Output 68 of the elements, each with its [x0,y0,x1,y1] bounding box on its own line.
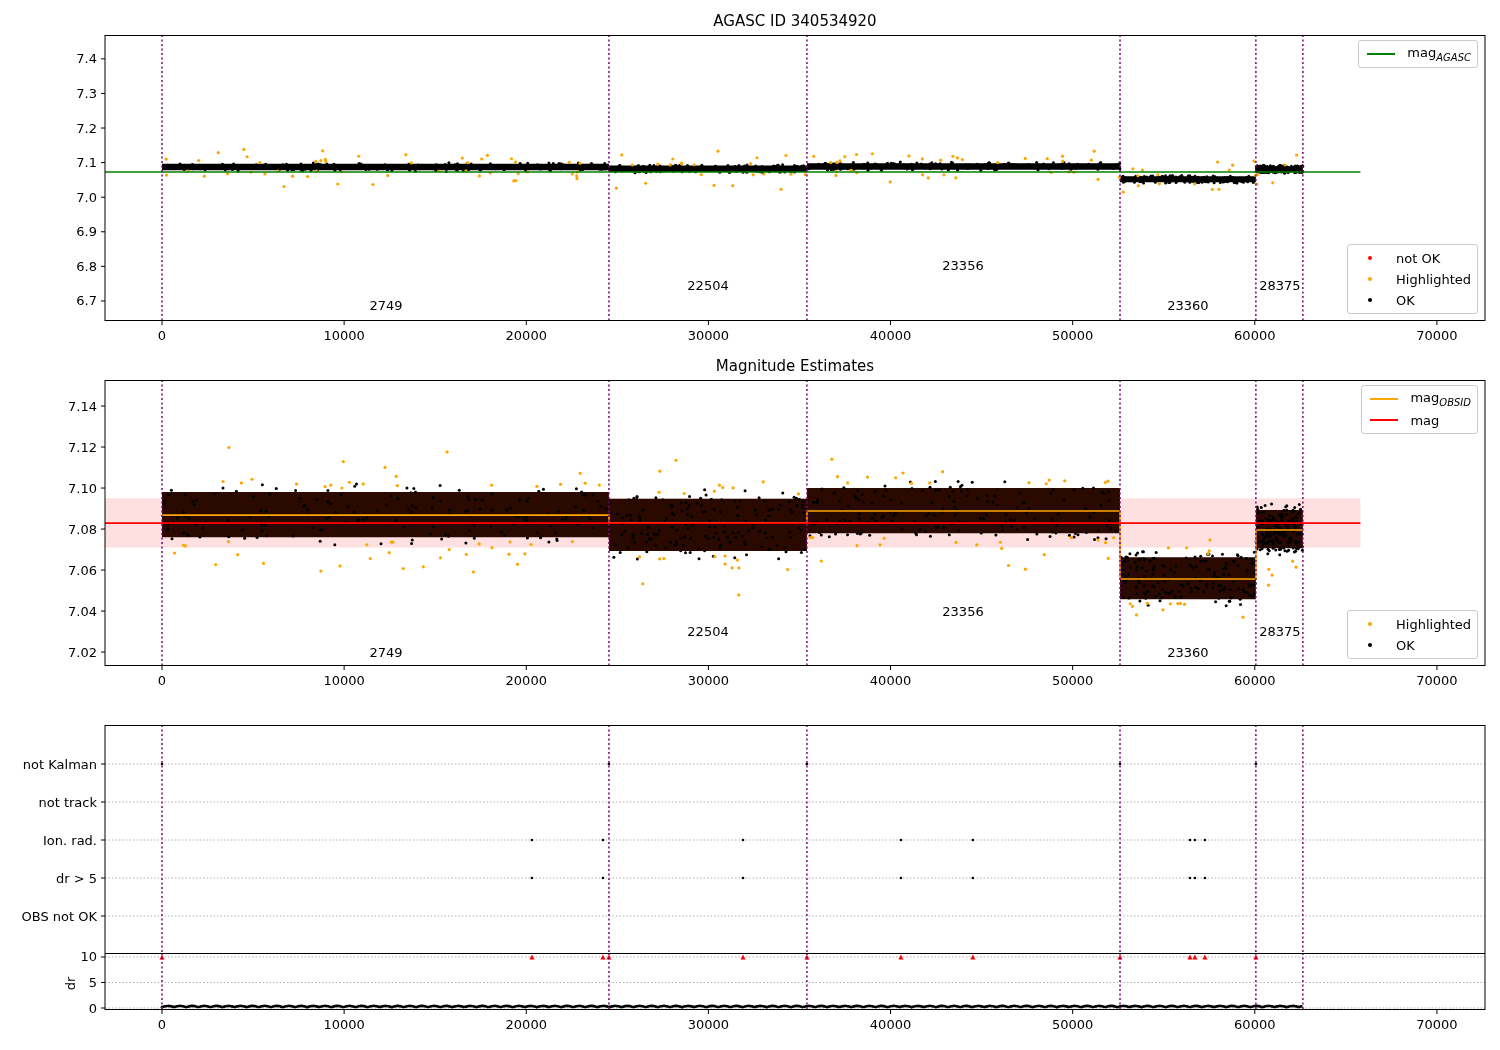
axis-tick-label: 20000 [505,327,547,343]
axis-tick-label: 0 [157,1016,167,1032]
axis-tick-label: 40000 [869,1016,912,1032]
legend-label: not OK [1396,250,1441,266]
axis-tick-label: 30000 [687,672,730,688]
segment-label: 23360 [1167,645,1209,660]
axis-tick-label: 7.0 [76,189,97,205]
axis-tick-label: 7.02 [68,644,97,660]
segment-label: 23356 [942,604,984,619]
axis-tick-label: 60000 [1234,1016,1276,1032]
axis-tick-label: 6.7 [76,293,97,309]
legend-label: mag$_{AGASC}$ [1407,45,1471,63]
axis-tick-label: 7.2 [76,120,97,136]
axis-tick-label: 6.9 [76,224,97,240]
axis-tick-label: not track [38,794,97,810]
axis-tick-label: not Kalman [22,756,97,772]
axis-tick-label: 7.04 [68,603,97,619]
axis-tick-label: 10000 [323,1016,365,1032]
chart-title: Magnitude Estimates [715,357,875,377]
chart-title: AGASC ID 340534920 [713,12,877,32]
axis-tick-label: 5 [88,975,97,990]
axis-tick-label: 30000 [687,327,730,343]
segment-label: 2749 [369,298,403,314]
axis-tick-label: 70000 [1416,327,1458,343]
axis-tick-label: 7.3 [76,85,97,101]
segment-label: 23360 [1167,298,1209,314]
axis-tick-label: 30000 [687,1016,730,1032]
axis-tick-label: 50000 [1052,327,1094,343]
axis-tick-label: 60000 [1234,327,1276,343]
legend-label: mag$_{OBSID}$ [1410,390,1471,408]
axis-tick-label: 20000 [505,1016,547,1032]
segment-label: 2749 [369,645,403,660]
axis-tick-label: 70000 [1416,672,1458,688]
axis-tick-label: 7.1 [76,155,97,171]
legend-label: OK [1396,292,1415,308]
axis-tick-label: 7.4 [76,51,97,67]
axis-tick-label: dr > 5 [55,870,97,886]
axis-tick-label: 7.06 [68,562,97,578]
segment-label: 28375 [1259,624,1301,640]
axis-tick-label: 0 [157,327,167,343]
legend-label: OK [1396,637,1415,653]
axis-label: dr [62,976,78,991]
segment-label: 22504 [687,624,729,640]
axis-tick-label: OBS not OK [21,908,97,924]
axis-tick-label: 7.12 [68,439,97,455]
axis-tick-label: 10 [80,949,97,965]
axis-tick-label: 40000 [869,672,912,688]
legend-label: mag [1410,412,1440,428]
axis-tick-label: 0 [88,1000,97,1016]
legend-label: Highlighted [1396,616,1471,632]
axis-tick-label: 7.10 [68,480,97,496]
axis-tick-label: 7.14 [68,398,97,414]
axis-tick-label: 50000 [1052,672,1094,688]
axis-tick-label: 7.08 [68,521,97,537]
segment-label: 28375 [1259,278,1301,294]
axis-tick-label: 10000 [323,672,365,688]
axis-tick-label: 60000 [1234,672,1276,688]
axis-tick-label: 50000 [1052,1016,1094,1032]
legend-label: Highlighted [1396,271,1471,287]
axis-tick-label: Ion. rad. [43,832,97,848]
axis-tick-label: 40000 [869,327,912,343]
axis-tick-label: 0 [157,672,167,688]
axis-tick-label: 10000 [323,327,365,343]
axis-tick-label: 20000 [505,672,547,688]
axis-tick-label: 6.8 [76,258,97,274]
axis-tick-label: 70000 [1416,1016,1458,1032]
segment-label: 22504 [687,278,729,294]
segment-label: 23356 [942,258,984,274]
